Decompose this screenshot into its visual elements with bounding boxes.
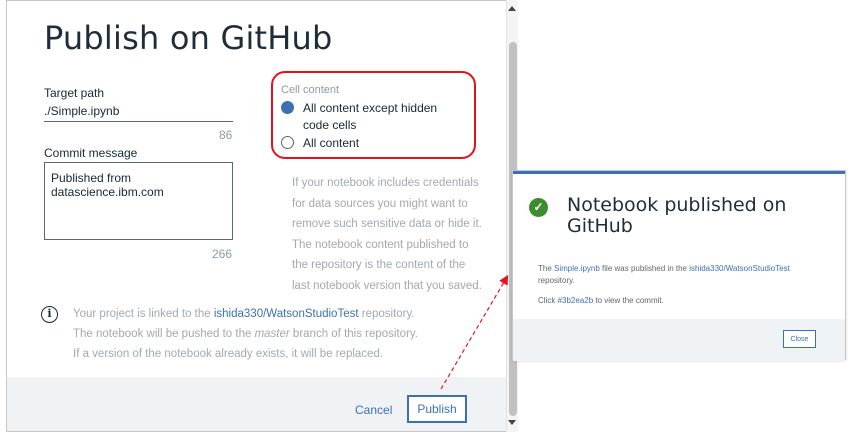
scroll-up-icon[interactable] [508, 6, 516, 11]
cancel-button[interactable]: Cancel [355, 403, 392, 417]
commit-message-counter: 266 [212, 247, 233, 261]
notice-text-middle: file was published in the [599, 264, 690, 273]
info-line1-prefix: Your project is linked to the [73, 308, 214, 320]
branch-name: master [254, 328, 290, 340]
notice-text-suffix: repository. [538, 276, 575, 285]
notice-click-suffix: to view the commit. [593, 296, 664, 305]
notice-description: The Simple.ipynb file was published in t… [538, 263, 828, 287]
radio-option-hidden-label: All content except hidden code cells [303, 101, 438, 132]
commit-message-label: Commit message [44, 146, 138, 160]
dialog-footer: Cancel Publish [7, 377, 517, 431]
target-path-input[interactable]: ./Simple.ipynb [44, 104, 119, 118]
info-line2-suffix: branch of this repository. [289, 328, 418, 340]
checkmark-icon: ✓ [529, 198, 548, 217]
cell-content-label: Cell content [281, 84, 340, 96]
radio-unselected-icon[interactable] [281, 136, 294, 149]
target-path-label: Target path [44, 86, 105, 100]
commit-link[interactable]: #3b2ea2b [558, 296, 594, 305]
publish-dialog: Publish on GitHub Target path ./Simple.i… [6, 0, 518, 432]
info-line3: If a version of the notebook already exi… [73, 348, 384, 360]
info-line2-prefix: The notebook will be pushed to the [73, 328, 255, 340]
notice-click-prefix: Click [538, 296, 558, 305]
notice-commit-line: Click #3b2ea2b to view the commit. [538, 295, 828, 307]
info-line1-suffix: repository. [358, 308, 415, 320]
dialog-title: Publish on GitHub [44, 19, 333, 57]
commit-message-input[interactable]: Published from datascience.ibm.com [44, 162, 233, 240]
radio-option-hidden[interactable]: All content except hidden code cells [281, 100, 463, 134]
close-button[interactable]: Close [783, 330, 816, 348]
notice-accent-bar [513, 171, 845, 174]
radio-option-all-label: All content [303, 136, 360, 150]
radio-selected-icon[interactable] [281, 101, 294, 114]
repo-link[interactable]: ishida330/WatsonStudioTest [214, 308, 359, 320]
notice-text-prefix: The [538, 264, 555, 273]
scroll-down-icon[interactable] [508, 420, 516, 425]
publish-success-dialog: ✓ Notebook published on GitHub The Simpl… [512, 170, 846, 361]
radio-option-all[interactable]: All content [281, 135, 463, 152]
notice-repo-link[interactable]: ishida330/WatsonStudioTest [689, 264, 790, 273]
publish-button[interactable]: Publish [407, 395, 467, 423]
file-link[interactable]: Simple.ipynb [554, 264, 600, 273]
info-icon: i [41, 306, 58, 323]
target-path-underline [44, 121, 233, 122]
sensitive-data-help: If your notebook includes credentials fo… [292, 177, 482, 292]
repository-info: Your project is linked to the ishida330/… [73, 304, 433, 364]
notice-title: Notebook published on GitHub [567, 194, 787, 237]
notice-footer: Close [513, 319, 845, 361]
target-path-counter: 86 [219, 128, 233, 142]
